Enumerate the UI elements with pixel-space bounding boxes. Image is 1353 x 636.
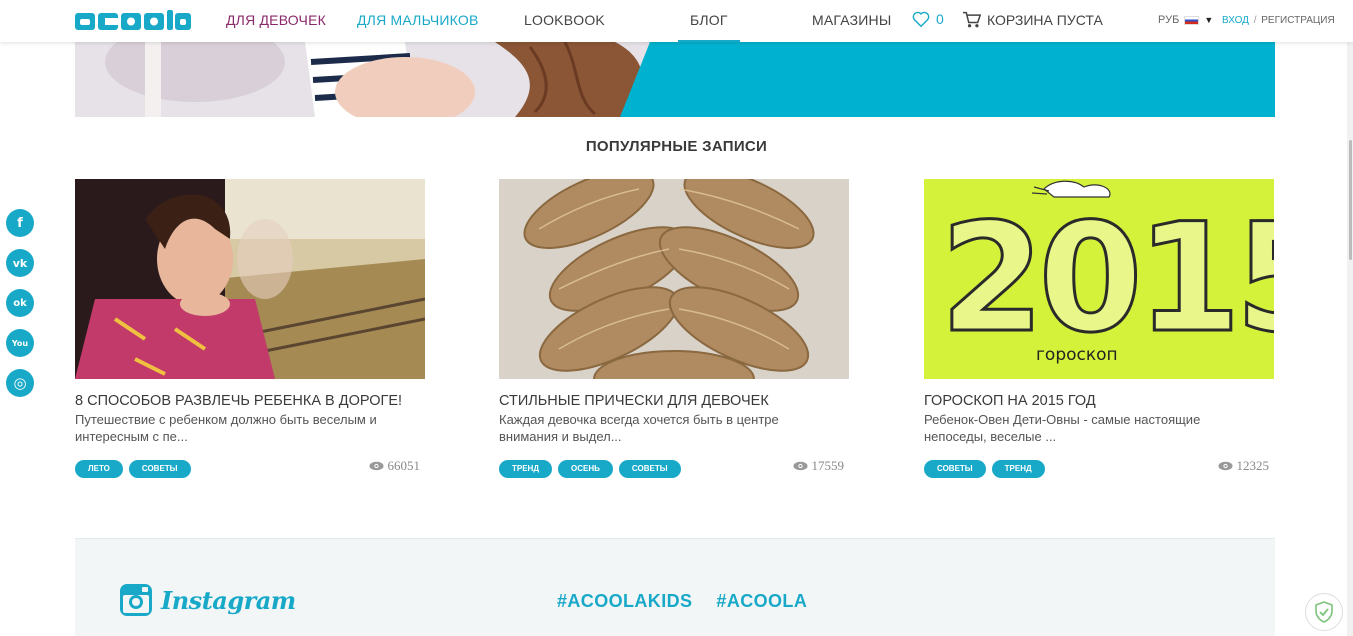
currency-label: РУБ — [1158, 14, 1180, 26]
hashtag-list: #ACOOLAKIDS #ACOOLA — [557, 591, 807, 612]
instagram-wordmark: Instagram — [161, 585, 296, 615]
post-card[interactable]: СТИЛЬНЫЕ ПРИЧЕСКИ ДЛЯ ДЕВОЧЕК Каждая дев… — [499, 179, 849, 478]
hero-image — [75, 42, 1275, 117]
post-footer: СОВЕТЫ ТРЕНД 12325 — [924, 458, 1274, 478]
popular-posts-title: ПОПУЛЯРНЫЕ ЗАПИСИ — [585, 138, 768, 155]
post-image-braid[interactable] — [499, 179, 849, 379]
post-title[interactable]: СТИЛЬНЫЕ ПРИЧЕСКИ ДЛЯ ДЕВОЧЕК — [499, 393, 849, 409]
auth-separator: / — [1253, 15, 1257, 26]
views-count: 12325 — [1236, 458, 1270, 473]
post-excerpt: Путешествие с ребенком должно быть весел… — [75, 412, 377, 444]
nav-boys[interactable]: ДЛЯ МАЛЬЧИКОВ — [357, 12, 478, 28]
odnoklassniki-icon[interactable]: ok — [6, 289, 34, 317]
tag-chip[interactable]: СОВЕТЫ — [618, 460, 681, 478]
post-footer: ЛЕТО СОВЕТЫ 66051 — [75, 458, 425, 478]
scrollbar-thumb[interactable] — [1349, 140, 1352, 260]
hero-banner[interactable] — [75, 42, 1275, 117]
post-title[interactable]: 8 СПОСОБОВ РАЗВЛЕЧЬ РЕБЕНКА В ДОРОГЕ! — [75, 393, 425, 409]
post-image-travel[interactable] — [75, 179, 425, 379]
post-views: 17559 — [792, 458, 845, 474]
eye-icon — [792, 461, 808, 471]
tag-chip[interactable]: ОСЕНЬ — [558, 460, 613, 478]
site-header: ДЛЯ ДЕВОЧЕК ДЛЯ МАЛЬЧИКОВ LOOKBOOK БЛОГ … — [0, 0, 1353, 42]
tag-chip[interactable]: СОВЕТЫ — [128, 460, 191, 478]
chevron-down-icon: ▼ — [1204, 15, 1214, 25]
hashtag-link[interactable]: #ACOOLAKIDS — [557, 591, 692, 612]
nav-lookbook[interactable]: LOOKBOOK — [524, 12, 605, 28]
views-count: 17559 — [811, 458, 845, 473]
instagram-camera-icon — [120, 584, 152, 616]
post-title[interactable]: ГОРОСКОП НА 2015 ГОД — [924, 393, 1274, 409]
register-link[interactable]: РЕГИСТРАЦИЯ — [1261, 15, 1334, 26]
nav-blog[interactable]: БЛОГ — [690, 12, 728, 28]
cart-icon — [963, 11, 982, 28]
nav-shops[interactable]: МАГАЗИНЫ — [812, 12, 891, 28]
russia-flag-icon — [1184, 15, 1200, 25]
eye-icon — [368, 461, 384, 471]
shield-check-icon — [1315, 601, 1333, 623]
post-views: 12325 — [1217, 458, 1270, 474]
currency-selector[interactable]: РУБ ▼ — [1158, 14, 1213, 26]
social-sidebar: f vk ok You ◎ — [6, 209, 34, 397]
instagram-logo[interactable]: Instagram — [119, 583, 296, 617]
post-card[interactable]: 8 СПОСОБОВ РАЗВЛЕЧЬ РЕБЕНКА В ДОРОГЕ! Пу… — [75, 179, 425, 478]
heart-icon — [912, 11, 930, 27]
nav-active-indicator — [678, 40, 740, 42]
eye-icon — [1217, 461, 1233, 471]
post-image-horoscope[interactable]: 2015 гороскоп — [924, 179, 1274, 379]
horoscope-caption: гороскоп — [1036, 345, 1118, 365]
security-badge[interactable] — [1305, 593, 1343, 631]
tag-chip[interactable]: ТРЕНД — [991, 460, 1045, 478]
page-scrollbar[interactable] — [1347, 0, 1353, 636]
auth-links: ВХОД / РЕГИСТРАЦИЯ — [1222, 15, 1335, 26]
acoola-logo[interactable] — [75, 10, 191, 32]
nav-girls[interactable]: ДЛЯ ДЕВОЧЕК — [226, 12, 326, 28]
tag-chip[interactable]: ЛЕТО — [75, 460, 123, 478]
cart-button[interactable]: КОРЗИНА ПУСТА — [962, 11, 1103, 29]
instagram-icon[interactable]: ◎ — [6, 369, 34, 397]
tag-chip[interactable]: ТРЕНД — [499, 460, 553, 478]
wishlist-button[interactable]: 0 — [912, 11, 944, 27]
post-views: 66051 — [368, 458, 421, 474]
cart-label: КОРЗИНА ПУСТА — [987, 12, 1103, 28]
facebook-icon[interactable]: f — [6, 209, 34, 237]
post-card[interactable]: 2015 гороскоп ГОРОСКОП НА 2015 ГОД Ребен… — [924, 179, 1274, 478]
views-count: 66051 — [387, 458, 421, 473]
wishlist-count: 0 — [936, 11, 944, 27]
hashtag-link[interactable]: #ACOOLA — [716, 591, 807, 612]
youtube-icon[interactable]: You — [6, 329, 34, 357]
post-excerpt: Ребенок-Овен Дети-Овны - самые настоящие… — [924, 412, 1201, 444]
post-excerpt: Каждая девочка всегда хочется быть в цен… — [499, 412, 779, 444]
tag-chip[interactable]: СОВЕТЫ — [924, 460, 986, 478]
login-link[interactable]: ВХОД — [1222, 15, 1249, 26]
vk-icon[interactable]: vk — [6, 249, 34, 277]
instagram-section: Instagram #ACOOLAKIDS #ACOOLA — [75, 538, 1275, 636]
post-footer: ТРЕНД ОСЕНЬ СОВЕТЫ 17559 — [499, 458, 849, 478]
